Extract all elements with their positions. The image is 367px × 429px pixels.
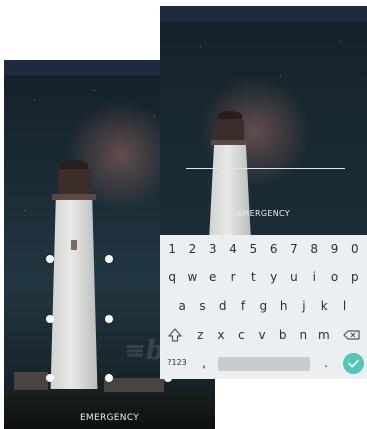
key-4[interactable]: 4 [223, 235, 243, 263]
symbols-key[interactable]: ?123 [162, 349, 192, 377]
lighthouse-image [204, 111, 256, 241]
backspace-key[interactable] [340, 321, 364, 349]
key-v[interactable]: v [252, 321, 273, 349]
star [94, 90, 95, 91]
lighthouse-gallery [211, 140, 249, 145]
key-b[interactable]: b [272, 321, 293, 349]
house-silhouette [14, 372, 48, 390]
key-r[interactable]: r [223, 263, 243, 291]
star [200, 46, 201, 47]
key-l[interactable]: l [334, 292, 354, 320]
emergency-call-button[interactable]: EMERGENCY [160, 209, 367, 218]
lighthouse-gallery [52, 194, 96, 200]
pin-lock-screen: EMERGENCY 1234567890 qwertyuiop asdfghjk… [160, 6, 367, 379]
pin-entry-field[interactable] [186, 168, 345, 169]
ground [4, 389, 215, 429]
key-1[interactable]: 1 [162, 235, 182, 263]
lighthouse-lantern [58, 169, 90, 195]
key-j[interactable]: j [294, 292, 314, 320]
lighthouse-image [44, 160, 104, 410]
key-9[interactable]: 9 [324, 235, 344, 263]
enter-button[interactable] [343, 353, 364, 374]
soft-keyboard: 1234567890 qwertyuiop asdfghjkl zxcvbnm … [160, 235, 367, 379]
pattern-dot[interactable] [105, 255, 113, 263]
space-bar[interactable] [218, 357, 310, 371]
star [24, 210, 25, 211]
key-f[interactable]: f [233, 292, 253, 320]
key-y[interactable]: y [264, 263, 284, 291]
key-x[interactable]: x [211, 321, 232, 349]
key-e[interactable]: e [203, 263, 223, 291]
key-5[interactable]: 5 [243, 235, 263, 263]
key-s[interactable]: s [192, 292, 212, 320]
key-c[interactable]: c [231, 321, 252, 349]
watermark-logo: ≡b [124, 336, 164, 366]
lighthouse-window [71, 240, 77, 250]
checkmark-icon [348, 359, 359, 368]
key-3[interactable]: 3 [203, 235, 223, 263]
pattern-dot[interactable] [105, 374, 113, 382]
key-q[interactable]: q [162, 263, 182, 291]
key-6[interactable]: 6 [264, 235, 284, 263]
period-key[interactable]: . [318, 349, 334, 377]
star [34, 100, 35, 101]
status-bar [160, 6, 367, 22]
key-i[interactable]: i [304, 263, 324, 291]
key-a[interactable]: a [172, 292, 192, 320]
lighthouse-tower [209, 145, 251, 241]
house-silhouette [104, 378, 164, 392]
star [280, 76, 281, 77]
key-n[interactable]: n [293, 321, 314, 349]
lighthouse-lantern [216, 119, 244, 141]
pattern-dot[interactable] [46, 374, 54, 382]
key-k[interactable]: k [314, 292, 334, 320]
key-t[interactable]: t [243, 263, 263, 291]
pattern-dot[interactable] [46, 255, 54, 263]
key-2[interactable]: 2 [182, 235, 202, 263]
key-g[interactable]: g [253, 292, 273, 320]
pattern-dot[interactable] [105, 315, 113, 323]
key-m[interactable]: m [314, 321, 335, 349]
key-u[interactable]: u [284, 263, 304, 291]
comma-key[interactable]: , [196, 349, 212, 377]
key-p[interactable]: p [345, 263, 365, 291]
backspace-icon [343, 330, 360, 340]
emergency-call-button[interactable]: EMERGENCY [4, 413, 215, 423]
shift-icon [168, 328, 182, 342]
key-h[interactable]: h [274, 292, 294, 320]
lighthouse-tower [50, 200, 98, 410]
key-8[interactable]: 8 [304, 235, 324, 263]
pattern-dot[interactable] [46, 315, 54, 323]
star [340, 41, 341, 42]
key-0[interactable]: 0 [345, 235, 365, 263]
key-d[interactable]: d [213, 292, 233, 320]
key-w[interactable]: w [182, 263, 202, 291]
shift-key[interactable] [164, 321, 186, 349]
key-z[interactable]: z [190, 321, 211, 349]
key-o[interactable]: o [324, 263, 344, 291]
key-7[interactable]: 7 [284, 235, 304, 263]
